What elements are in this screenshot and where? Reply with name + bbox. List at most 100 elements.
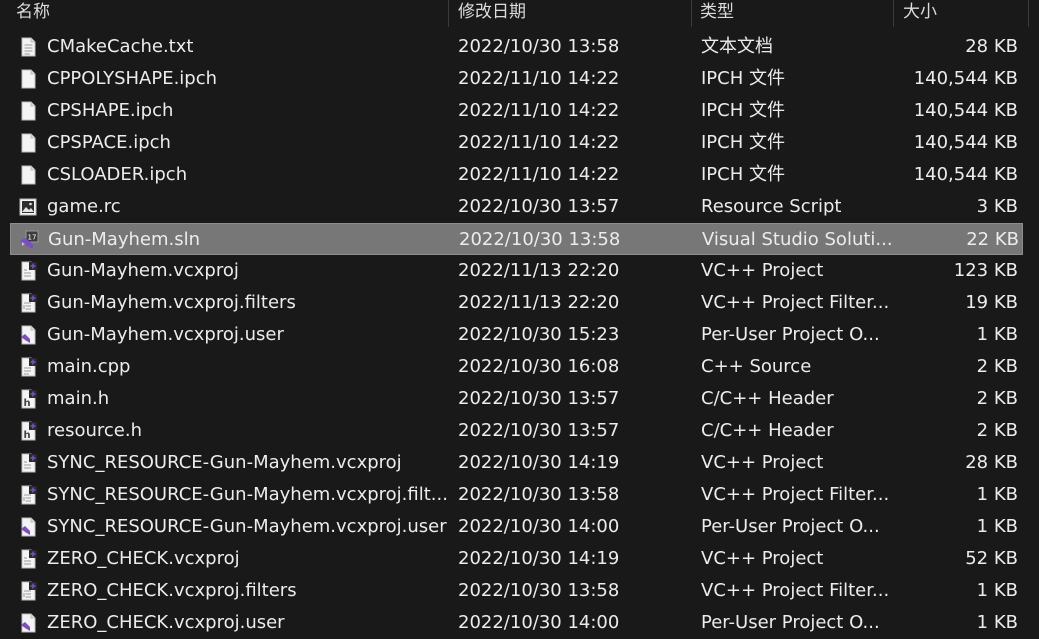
file-row[interactable]: h resource.h 2022/10/30 13:57 C/C++ Header 2… — [10, 415, 1023, 447]
file-name: SYNC_RESOURCE-Gun-Mayhem.vcxproj.user — [47, 516, 447, 537]
file-size: 1 KB — [976, 484, 1018, 505]
file-name: CMakeCache.txt — [47, 36, 194, 57]
blank-file-icon — [18, 165, 38, 185]
column-header-type[interactable]: 类型 — [692, 0, 892, 27]
file-modified-date: 2022/10/30 14:19 — [458, 548, 620, 569]
file-name: CPSHAPE.ipch — [47, 100, 174, 121]
file-size: 140,544 KB — [913, 100, 1018, 121]
blank-file-icon — [18, 69, 38, 89]
file-row[interactable]: Gun-Mayhem.vcxproj 2022/11/13 22:20 VC++ P… — [10, 255, 1023, 287]
file-modified-date: 2022/10/30 14:00 — [458, 612, 620, 633]
file-size: 1 KB — [976, 580, 1018, 601]
svg-text:h: h — [23, 398, 30, 409]
text-file-icon — [18, 37, 38, 57]
file-modified-date: 2022/11/10 14:22 — [458, 132, 620, 153]
header-file-icon: h — [18, 421, 38, 441]
file-name: ZERO_CHECK.vcxproj.filters — [47, 580, 297, 601]
file-row[interactable]: Gun-Mayhem.vcxproj.user 2022/10/30 15:23 P… — [10, 319, 1023, 351]
file-row[interactable]: SYNC_RESOURCE-Gun-Mayhem.vcxproj 2022/10/… — [10, 447, 1023, 479]
file-size: 2 KB — [976, 420, 1018, 441]
file-modified-date: 2022/10/30 13:57 — [458, 388, 620, 409]
file-type: VC++ Project Filter... — [701, 484, 890, 505]
file-modified-date: 2022/10/30 13:58 — [458, 484, 620, 505]
file-name: SYNC_RESOURCE-Gun-Mayhem.vcxproj — [47, 452, 402, 473]
file-modified-date: 2022/10/30 13:57 — [458, 196, 620, 217]
file-type: 文本文档 — [701, 36, 773, 57]
file-name: Gun-Mayhem.vcxproj.filters — [47, 292, 296, 313]
filters-file-icon — [18, 581, 38, 601]
column-divider[interactable] — [893, 0, 894, 27]
filters-file-icon — [18, 485, 38, 505]
file-type: Visual Studio Soluti... — [702, 229, 892, 250]
file-type: IPCH 文件 — [701, 132, 785, 153]
file-modified-date: 2022/10/30 15:23 — [458, 324, 620, 345]
file-row[interactable]: ZERO_CHECK.vcxproj 2022/10/30 14:19 VC++ P… — [10, 543, 1023, 575]
file-row[interactable]: CPSPACE.ipch 2022/11/10 14:22 IPCH 文件 140,5… — [10, 127, 1023, 159]
file-name: main.cpp — [47, 356, 131, 377]
vcxproj-file-icon — [18, 261, 38, 281]
file-modified-date: 2022/10/30 13:58 — [459, 229, 621, 250]
file-size: 123 KB — [953, 260, 1018, 281]
cpp-file-icon — [18, 357, 38, 377]
file-modified-date: 2022/11/10 14:22 — [458, 164, 620, 185]
file-modified-date: 2022/10/30 13:58 — [458, 580, 620, 601]
file-type: IPCH 文件 — [701, 164, 785, 185]
file-row[interactable]: h main.h 2022/10/30 13:57 C/C++ Header 2 KB — [10, 383, 1023, 415]
file-row[interactable]: SYNC_RESOURCE-Gun-Mayhem.vcxproj.filt...… — [10, 479, 1023, 511]
file-row[interactable]: ZERO_CHECK.vcxproj.filters 2022/10/30 13:… — [10, 575, 1023, 607]
file-type: VC++ Project Filter... — [701, 292, 890, 313]
file-size: 140,544 KB — [913, 132, 1018, 153]
file-size: 1 KB — [976, 612, 1018, 633]
file-row[interactable]: CPSHAPE.ipch 2022/11/10 14:22 IPCH 文件 140,5… — [10, 95, 1023, 127]
file-name: CPPOLYSHAPE.ipch — [47, 68, 218, 89]
file-name: ZERO_CHECK.vcxproj — [47, 548, 240, 569]
file-size: 28 KB — [965, 452, 1018, 473]
file-type: VC++ Project Filter... — [701, 580, 890, 601]
file-modified-date: 2022/10/30 14:00 — [458, 516, 620, 537]
file-name: CPSPACE.ipch — [47, 132, 171, 153]
visual-studio-solution-icon: 17 — [19, 230, 39, 250]
blank-file-icon — [18, 101, 38, 121]
user-project-file-icon — [18, 325, 38, 345]
column-header-date[interactable]: 修改日期 — [450, 0, 690, 27]
file-size: 1 KB — [976, 324, 1018, 345]
column-header-size[interactable]: 大小 — [895, 0, 1025, 27]
column-divider[interactable] — [448, 0, 449, 27]
file-row[interactable]: CMakeCache.txt 2022/10/30 13:58 文本文档 28 KB — [10, 31, 1023, 63]
file-type: Resource Script — [701, 196, 842, 217]
file-row[interactable]: game.rc 2022/10/30 13:57 Resource Script 3 … — [10, 191, 1023, 223]
file-size: 3 KB — [976, 196, 1018, 217]
file-modified-date: 2022/10/30 14:19 — [458, 452, 620, 473]
file-type: C/C++ Header — [701, 388, 834, 409]
file-modified-date: 2022/11/10 14:22 — [458, 68, 620, 89]
file-name: game.rc — [47, 196, 121, 217]
file-row[interactable]: ZERO_CHECK.vcxproj.user 2022/10/30 14:00 P… — [10, 607, 1023, 639]
file-type: C/C++ Header — [701, 420, 834, 441]
file-row[interactable]: Gun-Mayhem.vcxproj.filters 2022/11/13 22:… — [10, 287, 1023, 319]
column-header-name[interactable]: 名称 — [8, 0, 448, 27]
file-name: SYNC_RESOURCE-Gun-Mayhem.vcxproj.filt... — [47, 484, 447, 505]
file-modified-date: 2022/11/13 22:20 — [458, 260, 620, 281]
file-name: Gun-Mayhem.vcxproj — [47, 260, 239, 281]
file-type: IPCH 文件 — [701, 100, 785, 121]
file-row[interactable]: SYNC_RESOURCE-Gun-Mayhem.vcxproj.user 202… — [10, 511, 1023, 543]
svg-text:17: 17 — [28, 234, 37, 242]
file-row[interactable]: 17 Gun-Mayhem.sln 2022/10/30 13:58 Visual S… — [10, 223, 1023, 255]
file-modified-date: 2022/10/30 16:08 — [458, 356, 620, 377]
file-type: Per-User Project O... — [701, 516, 880, 537]
file-type: VC++ Project — [701, 452, 824, 473]
file-row[interactable]: main.cpp 2022/10/30 16:08 C++ Source 2 KB — [10, 351, 1023, 383]
user-project-file-icon — [18, 613, 38, 633]
vcxproj-file-icon — [18, 453, 38, 473]
file-row[interactable]: CSLOADER.ipch 2022/11/10 14:22 IPCH 文件 140,… — [10, 159, 1023, 191]
file-modified-date: 2022/10/30 13:57 — [458, 420, 620, 441]
file-row[interactable]: CPPOLYSHAPE.ipch 2022/11/10 14:22 IPCH 文件 1… — [10, 63, 1023, 95]
file-modified-date: 2022/11/13 22:20 — [458, 292, 620, 313]
file-size: 19 KB — [965, 292, 1018, 313]
filters-file-icon — [18, 293, 38, 313]
column-divider[interactable] — [1028, 0, 1029, 27]
file-type: C++ Source — [701, 356, 812, 377]
file-modified-date: 2022/10/30 13:58 — [458, 36, 620, 57]
image-file-icon — [18, 197, 38, 217]
file-type: VC++ Project — [701, 260, 824, 281]
